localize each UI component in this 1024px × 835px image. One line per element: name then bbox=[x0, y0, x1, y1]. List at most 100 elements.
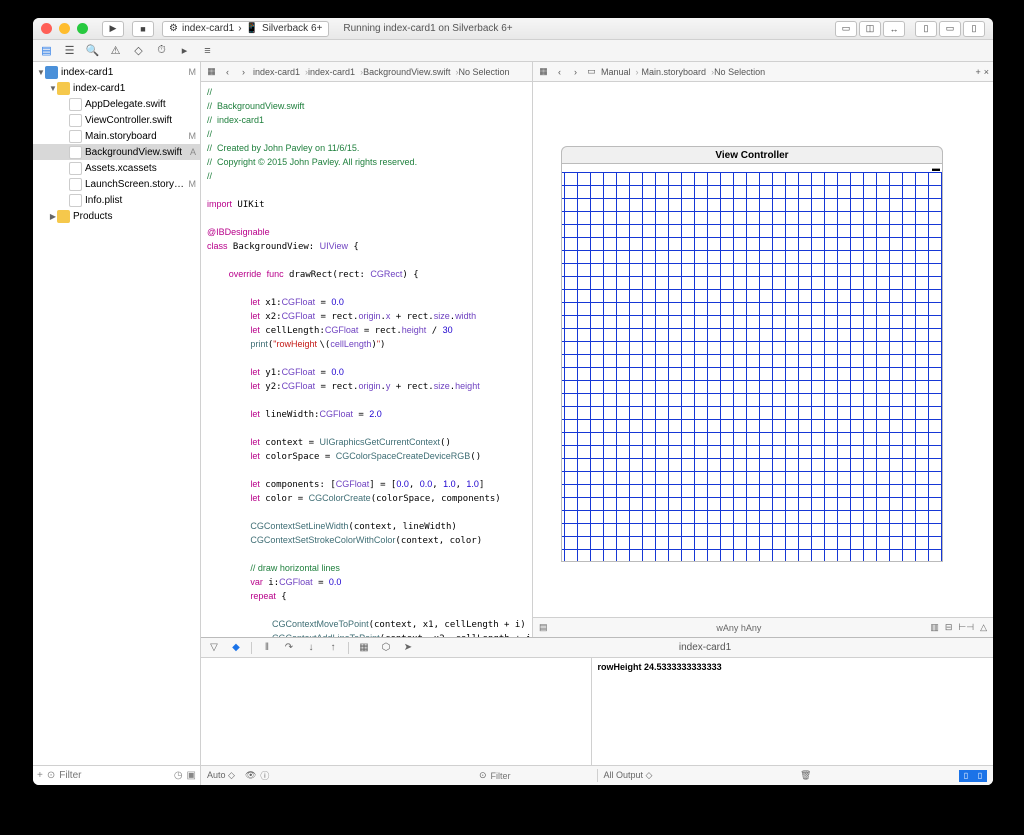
trash-icon[interactable]: 🗑 bbox=[800, 770, 811, 781]
titlebar: ▶ ■ ⚙︎ index-card1 › 📱 Silverback 6+ Run… bbox=[33, 18, 993, 40]
version-editor-button[interactable]: ↔ bbox=[883, 21, 905, 37]
toggle-navigator-button[interactable]: ▯ bbox=[915, 21, 937, 37]
continue-icon[interactable]: ‖ bbox=[260, 641, 274, 655]
debug-toolbar: ▽ ◆ ‖ ↷ ↓ ↑ ▦ ⬡ ➤ index-card1 bbox=[201, 638, 993, 658]
related-items-icon[interactable]: ▦ bbox=[537, 65, 550, 78]
jumpbar-crumb[interactable]: No Selection bbox=[714, 67, 770, 77]
breakpoint-navigator-tab[interactable]: ▸ bbox=[177, 43, 192, 58]
size-class-control[interactable]: wAny hAny bbox=[548, 623, 931, 633]
find-navigator-tab[interactable]: 🔍 bbox=[85, 43, 100, 58]
jumpbar-assistant[interactable]: ▦ ‹ › ▭ Manual Main.storyboardNo Selecti… bbox=[533, 62, 993, 82]
variables-filter-input[interactable] bbox=[491, 771, 591, 781]
file-row[interactable]: LaunchScreen.storyboardM bbox=[33, 176, 200, 192]
back-icon[interactable]: ‹ bbox=[221, 65, 234, 78]
jumpbar-crumb[interactable]: Main.storyboard bbox=[642, 67, 715, 77]
navigator-filter-input[interactable] bbox=[59, 770, 139, 781]
minimize-button[interactable] bbox=[59, 23, 70, 34]
align-icon[interactable]: ⊟ bbox=[945, 622, 953, 633]
counterparts-icon[interactable]: ▭ bbox=[585, 65, 598, 78]
debug-footer: Auto ◇ 👁 ⓘ ⊙ All Output ◇ 🗑 ▯▯ bbox=[201, 765, 993, 785]
file-row[interactable]: Assets.xcassets bbox=[33, 160, 200, 176]
vc-view[interactable]: ▬ bbox=[561, 164, 943, 562]
report-navigator-tab[interactable]: ≡ bbox=[200, 43, 215, 58]
stack-icon[interactable]: ▥ bbox=[930, 622, 939, 633]
simulate-location-icon[interactable]: ➤ bbox=[401, 641, 415, 655]
jumpbar-crumb[interactable]: index-card1 bbox=[253, 67, 308, 77]
debug-navigator-tab[interactable]: ⏱ bbox=[154, 43, 169, 58]
ib-canvas[interactable]: › View Controller ▬ bbox=[533, 82, 993, 617]
navigator-filter-bar: + ⊙ ◷ ▣ bbox=[33, 765, 200, 785]
back-icon[interactable]: ‹ bbox=[553, 65, 566, 78]
view-controller-scene[interactable]: View Controller ▬ bbox=[561, 146, 943, 566]
breakpoints-icon[interactable]: ◆ bbox=[229, 641, 243, 655]
primary-editor: ▦ ‹ › index-card1index-card1BackgroundVi… bbox=[201, 62, 533, 637]
memory-graph-icon[interactable]: ⬡ bbox=[379, 641, 393, 655]
zoom-button[interactable] bbox=[77, 23, 88, 34]
console-pane-toggle[interactable]: ▯▯ bbox=[959, 770, 987, 782]
background-view-grid bbox=[562, 164, 942, 561]
debug-target: index-card1 bbox=[679, 642, 731, 653]
scheme-target: index-card1 bbox=[182, 23, 234, 34]
toggle-debug-button[interactable]: ▭ bbox=[939, 21, 961, 37]
file-row[interactable]: ▶Products bbox=[33, 208, 200, 224]
jumpbar-mode[interactable]: Manual bbox=[601, 67, 639, 77]
recent-icon[interactable]: ◷ bbox=[174, 770, 183, 781]
file-row[interactable]: ▼index-card1M bbox=[33, 64, 200, 80]
run-button[interactable]: ▶ bbox=[102, 21, 124, 37]
output-scope-selector[interactable]: All Output ◇ bbox=[604, 770, 653, 781]
scheme-selector[interactable]: ⚙︎ index-card1 › 📱 Silverback 6+ bbox=[162, 21, 329, 37]
filter-icon: ⊙ bbox=[479, 770, 487, 781]
test-navigator-tab[interactable]: ◇ bbox=[131, 43, 146, 58]
step-out-icon[interactable]: ↑ bbox=[326, 641, 340, 655]
print-icon[interactable]: ⓘ bbox=[260, 769, 269, 782]
file-tree[interactable]: ▼index-card1M▼index-card1AppDelegate.swi… bbox=[33, 62, 200, 765]
jumpbar-crumb[interactable]: No Selection bbox=[458, 67, 514, 77]
symbol-navigator-tab[interactable]: ☰ bbox=[62, 43, 77, 58]
file-row[interactable]: ▼index-card1 bbox=[33, 80, 200, 96]
phone-icon: 📱 bbox=[246, 23, 258, 34]
file-row[interactable]: ViewController.swift bbox=[33, 112, 200, 128]
console-output[interactable]: rowHeight 24.5333333333333 bbox=[592, 658, 994, 765]
standard-editor-button[interactable]: ▭ bbox=[835, 21, 857, 37]
forward-icon[interactable]: › bbox=[569, 65, 582, 78]
scheme-device: Silverback 6+ bbox=[262, 23, 322, 34]
jumpbar-crumb[interactable]: index-card1 bbox=[308, 67, 363, 77]
file-row[interactable]: Main.storyboardM bbox=[33, 128, 200, 144]
step-over-icon[interactable]: ↷ bbox=[282, 641, 296, 655]
quicklook-icon[interactable]: 👁 bbox=[245, 770, 256, 781]
hide-debug-icon[interactable]: ▽ bbox=[207, 641, 221, 655]
file-row[interactable]: AppDelegate.swift bbox=[33, 96, 200, 112]
source-editor[interactable]: // // BackgroundView.swift // index-card… bbox=[201, 82, 532, 637]
toggle-utilities-button[interactable]: ▯ bbox=[963, 21, 985, 37]
file-row[interactable]: BackgroundView.swiftA bbox=[33, 144, 200, 160]
jumpbar-crumb[interactable]: BackgroundView.swift bbox=[363, 67, 458, 77]
view-debug-icon[interactable]: ▦ bbox=[357, 641, 371, 655]
step-into-icon[interactable]: ↓ bbox=[304, 641, 318, 655]
assistant-editor: ▦ ‹ › ▭ Manual Main.storyboardNo Selecti… bbox=[533, 62, 993, 637]
issue-navigator-tab[interactable]: ⚠ bbox=[108, 43, 123, 58]
forward-icon[interactable]: › bbox=[237, 65, 250, 78]
navigator-tabs: ▤ ☰ 🔍 ⚠ ◇ ⏱ ▸ ≡ bbox=[33, 40, 993, 62]
debug-area: ▽ ◆ ‖ ↷ ↓ ↑ ▦ ⬡ ➤ index-card1 bbox=[201, 637, 993, 785]
close-button[interactable] bbox=[41, 23, 52, 34]
add-assistant-icon[interactable]: + bbox=[975, 67, 980, 77]
vc-title: View Controller bbox=[561, 146, 943, 164]
close-assistant-icon[interactable]: × bbox=[984, 67, 989, 77]
pin-icon[interactable]: ⊢⊣ bbox=[958, 622, 974, 633]
project-navigator-tab[interactable]: ▤ bbox=[39, 43, 54, 58]
traffic-lights bbox=[41, 23, 88, 34]
auto-scope-selector[interactable]: Auto ◇ bbox=[207, 770, 235, 781]
add-icon[interactable]: + bbox=[37, 770, 43, 781]
document-outline-icon[interactable]: ▤ bbox=[539, 622, 548, 633]
variables-view[interactable] bbox=[201, 658, 592, 765]
workarea: ▼index-card1M▼index-card1AppDelegate.swi… bbox=[33, 62, 993, 785]
editor-area: ▦ ‹ › index-card1index-card1BackgroundVi… bbox=[201, 62, 993, 785]
file-row[interactable]: Info.plist bbox=[33, 192, 200, 208]
project-navigator: ▼index-card1M▼index-card1AppDelegate.swi… bbox=[33, 62, 201, 785]
scm-icon[interactable]: ▣ bbox=[187, 770, 196, 781]
stop-button[interactable]: ■ bbox=[132, 21, 154, 37]
jumpbar-primary[interactable]: ▦ ‹ › index-card1index-card1BackgroundVi… bbox=[201, 62, 532, 82]
assistant-editor-button[interactable]: ◫ bbox=[859, 21, 881, 37]
resolve-icon[interactable]: △ bbox=[980, 622, 987, 633]
related-items-icon[interactable]: ▦ bbox=[205, 65, 218, 78]
